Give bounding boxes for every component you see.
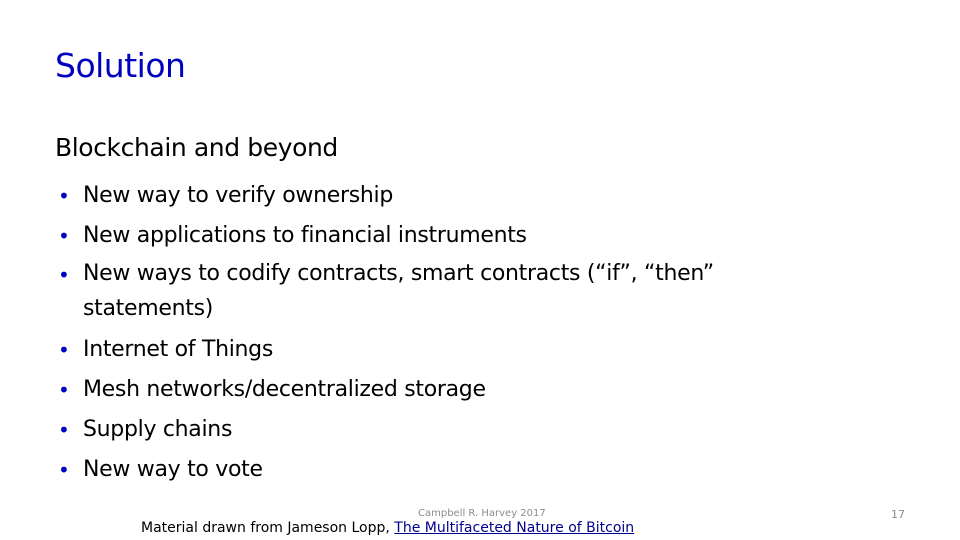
bullet-text: Internet of Things (83, 337, 274, 362)
bullet-item: • Internet of Things (55, 330, 875, 370)
bullet-dot-icon: • (58, 378, 70, 402)
bullet-item: • Mesh networks/decentralized storage (55, 370, 875, 410)
bullet-dot-icon: • (58, 418, 70, 442)
footer-credit: Campbell R. Harvey 2017 (418, 508, 546, 519)
bullet-dot-icon: • (58, 458, 70, 482)
bullet-item: • New ways to codify contracts, smart con… (55, 256, 763, 326)
bullet-dot-icon: • (58, 224, 70, 248)
bullet-text: New ways to codify contracts, smart cont… (83, 261, 714, 321)
footer-source-prefix: Material drawn from Jameson Lopp, (141, 520, 395, 536)
source-link[interactable]: The Multifaceted Nature of Bitcoin (394, 520, 634, 536)
bullet-text: New way to verify ownership (83, 183, 393, 208)
bullet-text: Supply chains (83, 417, 233, 442)
bullet-text: New way to vote (83, 457, 263, 482)
footer-source: Material drawn from Jameson Lopp, The Mu… (141, 520, 634, 536)
bullet-item: • New applications to financial instrumen… (55, 216, 875, 256)
bullet-item: • Supply chains (55, 410, 875, 450)
slide-title: Solution (55, 46, 186, 85)
bullet-text: New applications to financial instrument… (83, 223, 527, 248)
bullet-item: • New way to verify ownership (55, 176, 875, 216)
bullet-dot-icon: • (58, 184, 70, 208)
bullet-item: • New way to vote (55, 450, 875, 490)
bullet-list: • New way to verify ownership • New applic… (55, 176, 875, 490)
page-number: 17 (891, 508, 905, 521)
bullet-dot-icon: • (58, 263, 70, 287)
bullet-text: Mesh networks/decentralized storage (83, 377, 486, 402)
bullet-dot-icon: • (58, 338, 70, 362)
slide-subtitle: Blockchain and beyond (55, 133, 338, 162)
